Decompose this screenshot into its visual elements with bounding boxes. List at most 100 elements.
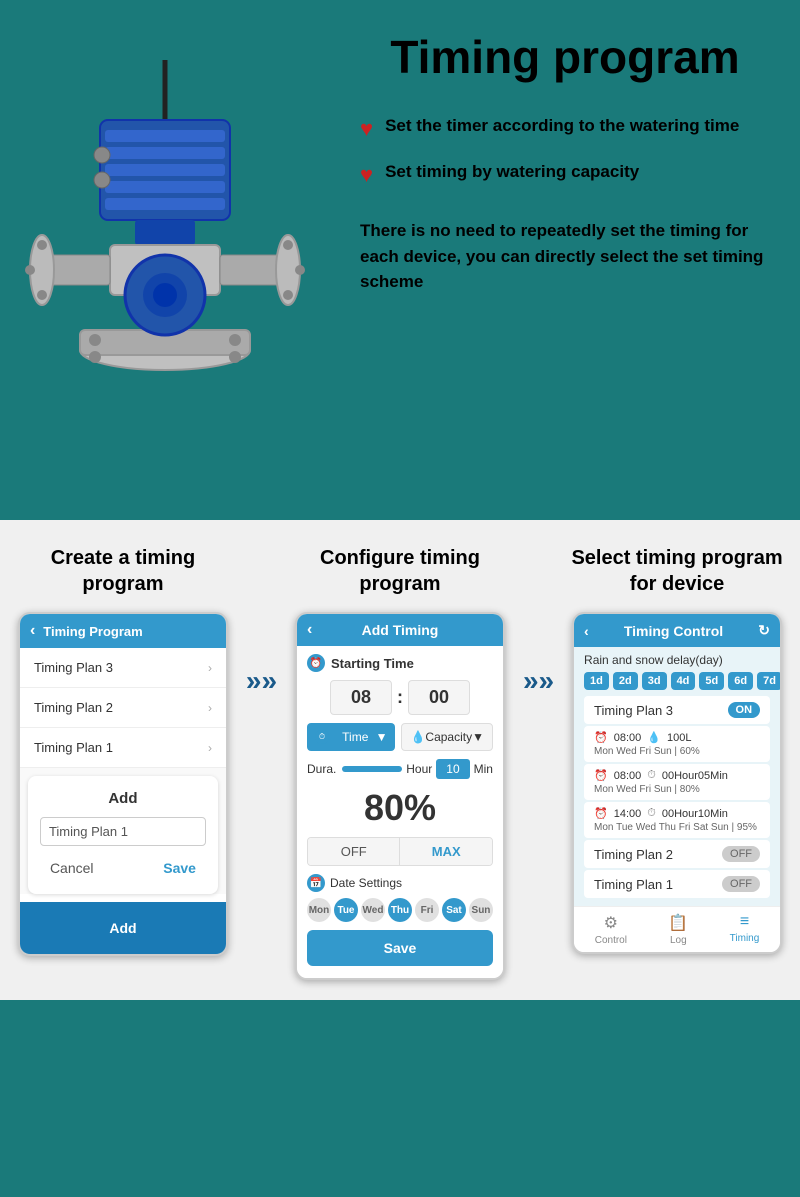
description-text: There is no need to repeatedly set the t… [360,218,770,295]
schedule-item-1: ⏰ 08:00 💧 100L Mon Wed Fri Sun | 60% [584,726,770,762]
arrow-divider-2: »» [523,665,554,697]
nav-log-label: Log [670,935,687,946]
day-sun[interactable]: Sun [469,898,493,922]
plan3-row: Timing Plan 3 ON [584,696,770,724]
dura-row: Dura. Hour 10 Min [307,759,493,779]
col1-title: Create a timing program [15,545,231,597]
phone2-header: ‹ Add Timing [297,614,503,646]
time-select[interactable]: ⏱ Time ▼ [307,723,395,751]
plan1-toggle[interactable]: OFF [722,876,760,892]
schedule-time-row-3: ⏰ 14:00 ⏱ 00Hour10Min [594,807,760,820]
calendar-icon: 📅 [307,874,325,892]
minute-display[interactable]: 00 [408,680,470,715]
day-fri[interactable]: Fri [415,898,439,922]
time-colon: : [397,687,403,708]
plan2-arrow: › [208,701,212,715]
add-dialog-input[interactable]: Timing Plan 1 [40,817,206,846]
off-button[interactable]: OFF [308,838,400,865]
col2-title: Configure timing program [292,545,508,597]
timing-icon: ≡ [740,913,749,931]
phone1-list-item-2[interactable]: Timing Plan 2 › [20,688,226,728]
nav-log[interactable]: 📋 Log [668,913,688,946]
plan1-label: Timing Plan 1 [34,740,113,755]
nav-timing-label: Timing [730,933,760,944]
day-1d[interactable]: 1d [584,672,609,690]
phone2-back-arrow[interactable]: ‹ [307,621,312,639]
phone3-refresh-icon[interactable]: ↻ [758,622,770,639]
schedule-time-row-1: ⏰ 08:00 💧 100L [594,731,760,744]
phone3-nav: ⚙ Control 📋 Log ≡ Timing [574,906,780,952]
day-mon[interactable]: Mon [307,898,331,922]
phone1-mockup: ‹ Timing Program Timing Plan 3 › Timing … [18,612,228,956]
schedule-time-row-2: ⏰ 08:00 ⏱ 00Hour05Min [594,769,760,782]
select-timing-column: Select timing program for device ‹ Timin… [569,545,785,954]
dura-label: Dura. [307,762,336,776]
plan2-name: Timing Plan 2 [594,847,673,862]
schedule-cap-2: 00Hour05Min [662,770,728,782]
day-selector: 1d 2d 3d 4d 5d 6d 7d [584,672,770,690]
plan3-toggle[interactable]: ON [728,702,761,718]
day-4d[interactable]: 4d [671,672,696,690]
phone3-mockup: ‹ Timing Control ↻ Rain and snow delay(d… [572,612,782,954]
min-value[interactable]: 10 [436,759,469,779]
nav-control[interactable]: ⚙ Control [595,913,627,946]
phone2-body: ⏰ Starting Time 08 : 00 ⏱ Time ▼ [297,646,503,978]
phone1-body: Timing Plan 3 › Timing Plan 2 › Timing P… [20,648,226,894]
right-content: Timing program ♥ Set the timer according… [340,20,770,295]
phone1-list-item-3[interactable]: Timing Plan 3 › [20,648,226,688]
time-dropdown-icon: ▼ [376,730,388,744]
log-icon: 📋 [668,913,688,933]
cancel-button[interactable]: Cancel [40,856,104,880]
heart-icon-2: ♥ [360,162,373,188]
date-settings-label: Date Settings [330,876,402,890]
day-5d[interactable]: 5d [699,672,724,690]
cap-icon-3: ⏱ [647,807,656,820]
phone1-list-item-1[interactable]: Timing Plan 1 › [20,728,226,768]
day-wed[interactable]: Wed [361,898,385,922]
day-thu[interactable]: Thu [388,898,412,922]
rain-delay-label: Rain and snow delay(day) [584,653,770,667]
time-icon-3: ⏰ [594,807,608,820]
product-image-container [20,50,340,435]
dialog-buttons: Cancel Save [40,856,206,880]
phone2-header-title: Add Timing [362,622,439,638]
day-sat[interactable]: Sat [442,898,466,922]
time-display: 08 : 00 [307,680,493,715]
day-7d[interactable]: 7d [757,672,782,690]
schedule-item-3: ⏰ 14:00 ⏱ 00Hour10Min Mon Tue Wed Thu Fr… [584,802,770,838]
add-footer-button[interactable]: Add [34,912,212,944]
save-button[interactable]: Save [153,856,206,880]
day-2d[interactable]: 2d [613,672,638,690]
schedule-cap-3: 00Hour10Min [662,808,728,820]
time-select-icon: ⏱ [315,730,329,744]
schedule-days-3: Mon Tue Wed Thu Fri Sat Sun | 95% [594,822,760,833]
starting-time-section: ⏰ Starting Time [307,654,493,672]
day-tue[interactable]: Tue [334,898,358,922]
time-capacity-row: ⏱ Time ▼ 💧 Capacity ▼ [307,723,493,751]
day-3d[interactable]: 3d [642,672,667,690]
capacity-dropdown-icon: ▼ [472,730,484,744]
hour-label: Hour [406,762,432,776]
double-arrow-1: »» [246,665,277,697]
off-max-row: OFF MAX [307,837,493,866]
plan2-toggle[interactable]: OFF [722,846,760,862]
time-icon-2: ⏰ [594,769,608,782]
valve-product-image [20,50,310,430]
dura-input[interactable] [342,766,402,772]
capacity-select[interactable]: 💧 Capacity ▼ [401,723,493,751]
add-dialog: Add Timing Plan 1 Cancel Save [28,776,218,894]
bottom-section: Create a timing program ‹ Timing Program… [0,520,800,1000]
capacity-icon: 💧 [410,730,425,744]
nav-timing[interactable]: ≡ Timing [730,913,760,946]
max-button[interactable]: MAX [399,838,492,865]
hour-display[interactable]: 08 [330,680,392,715]
phone3-back-arrow[interactable]: ‹ [584,623,589,639]
day-6d[interactable]: 6d [728,672,753,690]
capacity-select-label: Capacity [425,730,472,744]
phone1-header: ‹ Timing Program [20,614,226,648]
cap-icon-2: ⏱ [647,769,656,782]
configure-timing-column: Configure timing program ‹ Add Timing ⏰ … [292,545,508,980]
phone1-back-arrow[interactable]: ‹ [30,622,35,640]
save-btn[interactable]: Save [307,930,493,966]
time-icon-1: ⏰ [594,731,608,744]
